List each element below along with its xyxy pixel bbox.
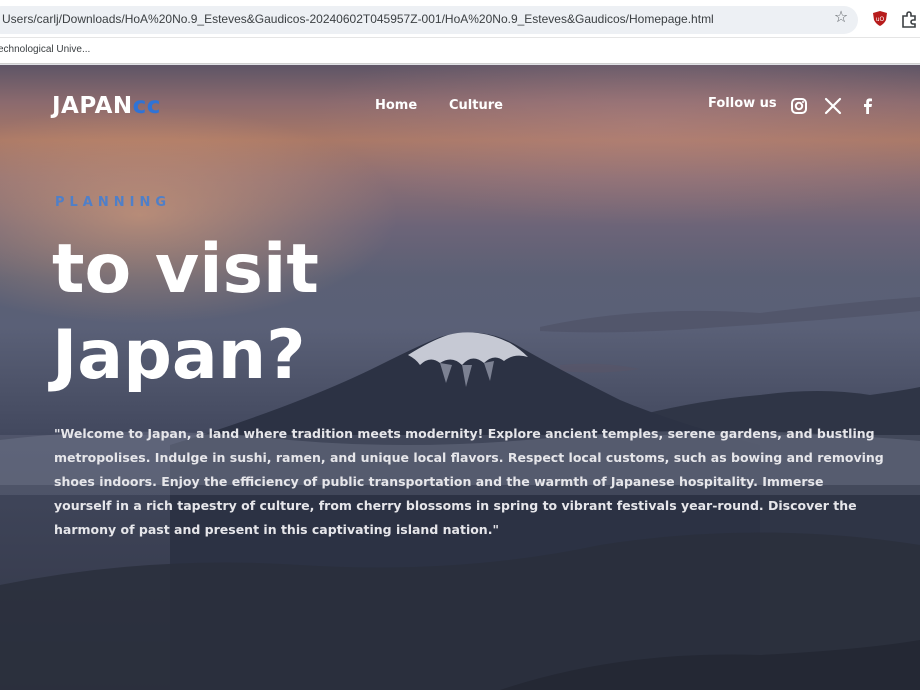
address-bar[interactable]: Users/carlj/Downloads/HoA%20No.9_Esteves…	[0, 6, 858, 34]
browser-toolbar: Users/carlj/Downloads/HoA%20No.9_Esteves…	[0, 0, 920, 38]
headline-line-2: Japan?	[52, 316, 306, 395]
hero-section: JAPANcc Home Culture Follow us PLANNING …	[0, 65, 920, 690]
hero-intro-paragraph: "Welcome to Japan, a land where traditio…	[54, 426, 884, 537]
nav-culture[interactable]: Culture	[449, 98, 503, 113]
follow-us-label: Follow us	[708, 96, 777, 111]
extensions-puzzle-icon[interactable]	[900, 10, 918, 28]
headline-line-1: to visit	[52, 230, 319, 309]
svg-text:uO: uO	[876, 16, 885, 23]
logo-text: JAPAN	[52, 93, 133, 119]
facebook-icon[interactable]	[859, 97, 877, 115]
bookmarks-bar: echnological Unive...	[0, 38, 920, 64]
hero-headline: to visit Japan?	[52, 227, 472, 399]
logo-accent: cc	[132, 93, 161, 119]
bookmark-item[interactable]: echnological Unive...	[0, 44, 90, 55]
site-logo[interactable]: JAPANcc	[52, 93, 161, 119]
url-text[interactable]: Users/carlj/Downloads/HoA%20No.9_Esteves…	[2, 12, 714, 26]
ublock-shield-icon[interactable]: uO	[873, 11, 887, 26]
bookmark-star-icon[interactable]: ☆	[833, 9, 849, 25]
nav-home[interactable]: Home	[375, 98, 417, 113]
hero-kicker: PLANNING	[55, 195, 172, 210]
instagram-icon[interactable]	[790, 97, 808, 115]
x-icon[interactable]	[824, 97, 842, 115]
